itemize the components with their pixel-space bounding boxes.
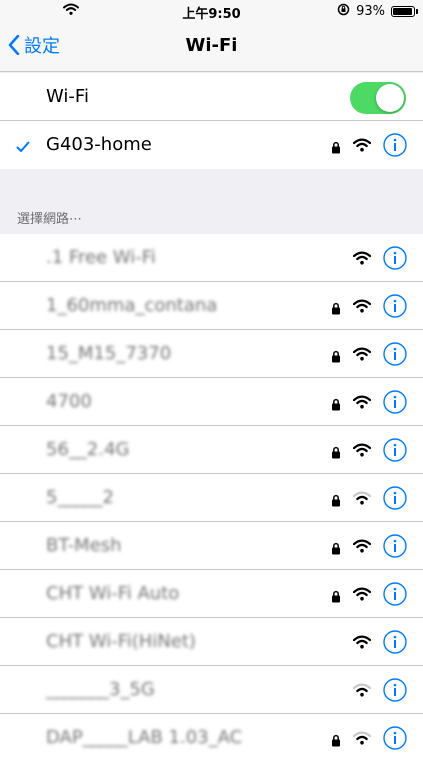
wifi-signal-icon bbox=[352, 682, 372, 701]
network-row[interactable]: _______3_5G bbox=[0, 666, 423, 714]
lock-icon bbox=[331, 540, 341, 559]
lock-icon bbox=[331, 139, 341, 158]
wifi-signal-icon bbox=[352, 250, 372, 269]
network-name: .1 Free Wi-Fi bbox=[46, 247, 156, 268]
info-icon[interactable] bbox=[383, 133, 407, 157]
connected-network-row[interactable]: G403-home bbox=[0, 121, 423, 169]
lock-icon bbox=[331, 588, 341, 607]
network-name: 4700 bbox=[46, 391, 92, 412]
network-row[interactable]: BT-Mesh bbox=[0, 522, 423, 570]
lock-icon bbox=[331, 732, 341, 751]
info-icon[interactable] bbox=[383, 342, 407, 366]
status-right: 93% bbox=[337, 3, 418, 20]
status-bar: 上午9:50 93% bbox=[0, 0, 423, 22]
network-row[interactable]: CHT Wi-Fi Auto bbox=[0, 570, 423, 618]
network-row[interactable]: DAP_____LAB 1.03_AC bbox=[0, 714, 423, 762]
network-name: 5_____2 bbox=[46, 487, 114, 508]
page-title: Wi-Fi bbox=[185, 35, 238, 56]
battery-percent: 93% bbox=[356, 4, 385, 19]
info-icon[interactable] bbox=[383, 390, 407, 414]
lock-icon bbox=[331, 348, 341, 367]
choose-network-header: 選擇網路⋯ bbox=[17, 212, 83, 227]
wifi-toggle-row: Wi-Fi bbox=[0, 73, 423, 121]
info-icon[interactable] bbox=[383, 534, 407, 558]
network-row[interactable]: 15_M15_7370 bbox=[0, 330, 423, 378]
network-name: CHT Wi-Fi Auto bbox=[46, 583, 180, 604]
wifi-signal-icon bbox=[352, 298, 372, 317]
info-icon[interactable] bbox=[383, 294, 407, 318]
wifi-toggle-label: Wi-Fi bbox=[46, 86, 89, 107]
battery-icon bbox=[391, 6, 418, 17]
network-row[interactable]: 4700 bbox=[0, 378, 423, 426]
wifi-signal-icon bbox=[352, 634, 372, 653]
network-name: DAP_____LAB 1.03_AC bbox=[46, 727, 243, 748]
network-row[interactable]: .1 Free Wi-Fi bbox=[0, 234, 423, 282]
wifi-signal-icon bbox=[352, 730, 372, 749]
network-name: _______3_5G bbox=[46, 679, 155, 700]
lock-icon bbox=[331, 396, 341, 415]
info-icon[interactable] bbox=[383, 246, 407, 270]
lock-icon bbox=[331, 300, 341, 319]
wifi-signal-icon bbox=[352, 442, 372, 461]
wifi-signal-icon bbox=[352, 490, 372, 509]
network-name: 15_M15_7370 bbox=[46, 343, 172, 364]
network-name: CHT Wi-Fi(HiNet) bbox=[46, 631, 196, 652]
info-icon[interactable] bbox=[383, 438, 407, 462]
wifi-signal-icon bbox=[352, 538, 372, 557]
navigation-bar: 設定 Wi-Fi bbox=[0, 22, 423, 72]
network-name: BT-Mesh bbox=[46, 535, 122, 556]
wifi-toggle[interactable] bbox=[350, 82, 406, 114]
lock-icon bbox=[331, 492, 341, 511]
toggle-knob bbox=[376, 84, 404, 112]
network-name: 1_60mma_contana bbox=[46, 295, 218, 316]
network-row[interactable]: 56__2.4G bbox=[0, 426, 423, 474]
info-icon[interactable] bbox=[383, 726, 407, 750]
wifi-signal-icon bbox=[352, 586, 372, 605]
wifi-signal-icon bbox=[352, 394, 372, 413]
checkmark-icon bbox=[16, 138, 30, 157]
info-icon[interactable] bbox=[383, 582, 407, 606]
wifi-signal-icon bbox=[352, 137, 372, 156]
network-list: .1 Free Wi-Fi 1_60mma_contana 15_M15_7370 4… bbox=[0, 234, 423, 762]
wifi-signal-icon bbox=[352, 346, 372, 365]
network-row[interactable]: 5_____2 bbox=[0, 474, 423, 522]
info-icon[interactable] bbox=[383, 630, 407, 654]
info-icon[interactable] bbox=[383, 486, 407, 510]
network-row[interactable]: CHT Wi-Fi(HiNet) bbox=[0, 618, 423, 666]
network-name: 56__2.4G bbox=[46, 439, 130, 460]
wifi-settings-group: Wi-Fi G403-home bbox=[0, 73, 423, 169]
network-row[interactable]: 1_60mma_contana bbox=[0, 282, 423, 330]
rotation-lock-icon bbox=[337, 3, 350, 20]
lock-icon bbox=[331, 444, 341, 463]
connected-network-name: G403-home bbox=[46, 134, 152, 155]
info-icon[interactable] bbox=[383, 678, 407, 702]
